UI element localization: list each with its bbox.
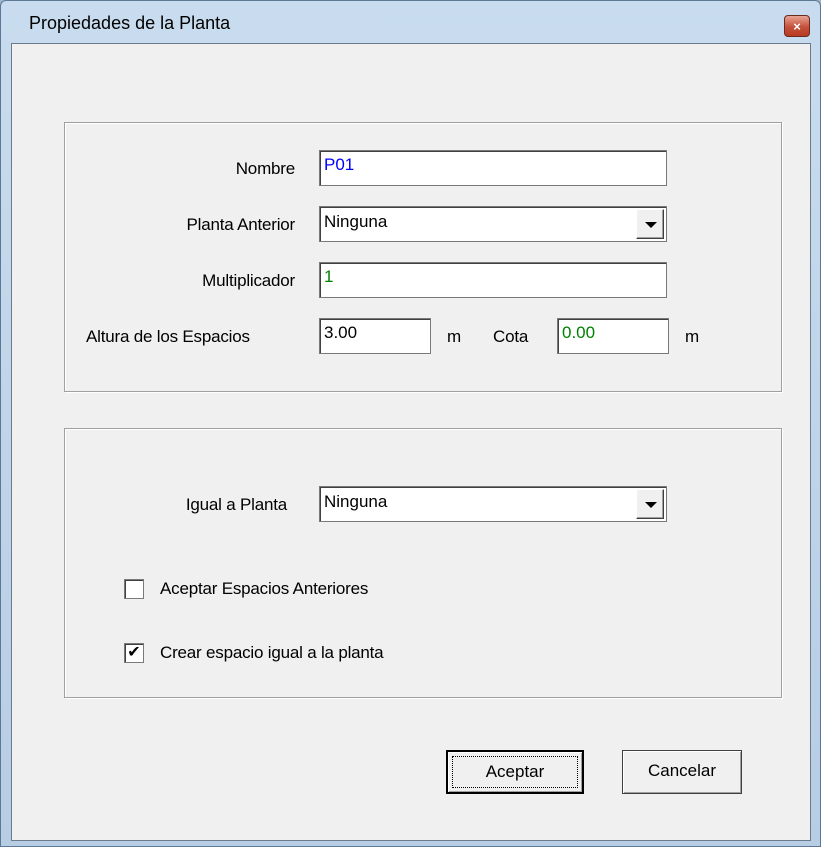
aceptar-button[interactable]: Aceptar — [446, 750, 584, 794]
multiplicador-input[interactable]: 1 — [319, 262, 667, 298]
cota-label: Cota — [493, 327, 529, 346]
nombre-label: Nombre — [235, 159, 295, 178]
dialog-client-area: Nombre P01 Planta Anterior Ninguna Multi… — [11, 43, 811, 841]
dialog-window: Propiedades de la Planta × Nombre P01 Pl… — [0, 0, 821, 847]
chevron-down-icon[interactable] — [636, 209, 664, 239]
nombre-input[interactable]: P01 — [319, 150, 667, 186]
planta-anterior-select[interactable]: Ninguna — [319, 206, 667, 242]
title-bar[interactable]: Propiedades de la Planta × — [1, 1, 820, 41]
igual-a-planta-label: Igual a Planta — [185, 495, 287, 514]
aceptar-espacios-checkbox[interactable] — [124, 579, 144, 599]
chevron-down-icon[interactable] — [636, 489, 664, 519]
igual-a-planta-select[interactable]: Ninguna — [319, 486, 667, 522]
close-button[interactable]: × — [784, 15, 810, 37]
checkmark-icon: ✔ — [127, 644, 141, 661]
window-title: Propiedades de la Planta — [29, 13, 231, 33]
altura-unit: m — [447, 327, 461, 346]
cancelar-button-label: Cancelar — [647, 761, 717, 780]
cancelar-button[interactable]: Cancelar — [622, 750, 742, 794]
altura-input[interactable]: 3.00 — [319, 318, 431, 354]
multiplicador-label: Multiplicador — [202, 271, 295, 290]
aceptar-espacios-label[interactable]: Aceptar Espacios Anteriores — [160, 579, 368, 599]
cota-unit: m — [685, 327, 699, 346]
cota-input[interactable]: 0.00 — [557, 318, 669, 354]
crear-espacio-label[interactable]: Crear espacio igual a la planta — [160, 643, 384, 663]
aceptar-button-label: Aceptar — [485, 762, 545, 781]
igual-a-planta-value: Ninguna — [324, 492, 388, 511]
close-icon: × — [793, 18, 801, 34]
altura-label: Altura de los Espacios — [86, 327, 250, 346]
planta-anterior-value: Ninguna — [324, 212, 388, 231]
planta-anterior-label: Planta Anterior — [186, 215, 295, 234]
crear-espacio-checkbox[interactable]: ✔ — [124, 643, 144, 663]
